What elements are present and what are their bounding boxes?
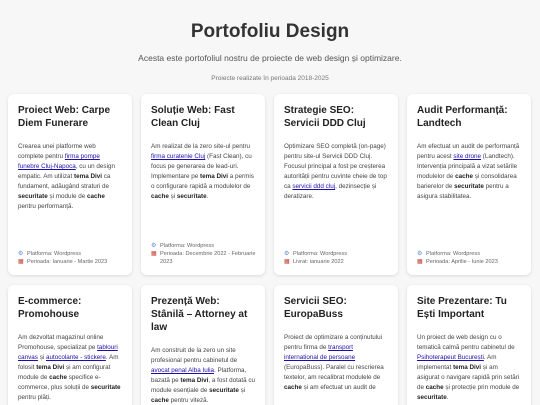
platform-line: ⚙ Platforma: Wordpress (18, 250, 124, 258)
project-description: Am realizat de la zero site-ul pentru fi… (151, 143, 254, 200)
project-description: Crearea unei platforme web complete pent… (18, 143, 115, 210)
project-title: Audit Performanță: Landtech (417, 105, 508, 129)
date-text: Perioada: Aprilie - Iunie 2023 (426, 259, 498, 265)
keyword-bold: cache (151, 397, 169, 404)
project-link[interactable]: transport international de persoane (284, 344, 355, 361)
keyword-bold: securitate (90, 384, 121, 391)
keyword-bold: cache (425, 384, 444, 391)
project-title: Strategie SEO: Servicii DDD Cluj (284, 105, 366, 129)
project-link[interactable]: Psihoterapeut București (417, 354, 484, 361)
project-link[interactable]: avocat penal Alba Iulia (151, 367, 214, 374)
date-line: ▦ Perioada: Decembrie 2022 - Februarie 20… (151, 250, 257, 266)
keyword-bold: tema Divi (453, 364, 482, 371)
project-card: Strategie SEO: Servicii DDD Cluj Optimiza… (274, 94, 398, 275)
platform-text: Platforma: Wordpress (293, 251, 347, 257)
date-text: Livrat: ianuarie 2022 (293, 259, 344, 265)
project-card: Servicii SEO: EuropaBuss Proiect de optim… (274, 285, 398, 405)
keyword-bold: securitate (18, 193, 48, 200)
keyword-bold: cache (151, 193, 169, 200)
project-description: Am efectuat un audit de performanță pent… (417, 143, 520, 200)
keyword-bold: cache (284, 384, 302, 391)
platform-text: Platforma: Wordpress (426, 251, 480, 257)
project-description: Am construit de la zero un site profesio… (151, 347, 255, 404)
portfolio-grid: Proiect Web: Carpe Diem Funerare Crearea … (8, 94, 532, 405)
page-title: Portofoliu Design (190, 21, 350, 42)
gear-icon: ⚙ (18, 251, 24, 257)
project-description: Am dezvoltat magazinul online Promohouse… (18, 334, 121, 401)
keyword-bold: tema Divi (74, 173, 102, 180)
keyword-bold: tema Divi (200, 173, 229, 180)
project-card: Proiect Web: Carpe Diem Funerare Crearea … (8, 94, 132, 275)
date-text: Perioada: Ianuarie - Martie 2023 (27, 259, 108, 265)
calendar-icon: ▦ (18, 259, 24, 265)
keyword-bold: cache (455, 173, 474, 180)
platform-line: ⚙ Platforma: Wordpress (151, 242, 257, 250)
project-link[interactable]: autocolante - stickere (46, 354, 106, 361)
calendar-icon: ▦ (284, 259, 290, 265)
project-card: Audit Performanță: Landtech Am efectuat u… (407, 94, 531, 275)
project-meta: ⚙ Platforma: Wordpress ▦ Perioada: Ianuarie… (18, 250, 124, 266)
calendar-icon: ▦ (417, 259, 423, 265)
project-description: Un proiect de web design cu o tematică c… (417, 334, 520, 401)
keyword-bold: tema Divi (36, 364, 65, 371)
project-meta: ⚙ Platforma: Wordpress ▦ Livrat: ianuarie 2… (284, 250, 390, 266)
keyword-bold: cache (86, 193, 105, 200)
project-card: Soluție Web: Fast Clean Cluj Am realizat … (141, 94, 265, 275)
keyword-bold: securitate (417, 394, 447, 401)
date-line: ▦ Perioada: Aprilie - Iunie 2023 (417, 258, 523, 266)
project-description: Optimizare SEO completă (on-page) pentru… (284, 143, 387, 200)
project-card: E-commerce: Promohouse Am dezvoltat magaz… (8, 285, 132, 405)
gear-icon: ⚙ (284, 251, 290, 257)
project-link[interactable]: firma curatenie Cluj (151, 153, 205, 160)
keyword-bold: securitate (176, 193, 207, 200)
date-text: Perioada: Decembrie 2022 - Februarie 202… (160, 251, 256, 265)
platform-line: ⚙ Platforma: Wordpress (284, 250, 390, 258)
calendar-icon: ▦ (151, 251, 157, 257)
project-card: Site Prezentare: Tu Ești Important Un pro… (407, 285, 531, 405)
page-subtitle: Acesta este portofoliul nostru de proiec… (138, 53, 402, 63)
project-title: Soluție Web: Fast Clean Cluj (151, 105, 235, 129)
gear-icon: ⚙ (417, 251, 423, 257)
project-title: Site Prezentare: Tu Ești Important (417, 296, 507, 320)
platform-text: Platforma: Wordpress (160, 243, 214, 249)
keyword-bold: tema Divi (180, 377, 209, 384)
project-title: Servicii SEO: EuropaBuss (284, 296, 347, 320)
platform-text: Platforma: Wordpress (27, 251, 81, 257)
project-description: Proiect de optimizare a conținutului pen… (284, 334, 384, 391)
project-meta: ⚙ Platforma: Wordpress ▦ Perioada: Decembri… (151, 242, 257, 266)
gear-icon: ⚙ (151, 243, 157, 249)
keyword-bold: securitate (209, 387, 239, 394)
project-title: Prezență Web: Stânilă – Attorney at law (151, 296, 248, 333)
page-header: Portofoliu Design Acesta este portofoliu… (0, 0, 540, 83)
project-link[interactable]: servicii ddd cluj (292, 183, 335, 190)
project-title: E-commerce: Promohouse (18, 296, 82, 320)
keyword-bold: cache (49, 374, 68, 381)
project-link[interactable]: firma pompe funebre Cluj-Napoca (18, 153, 100, 170)
keyword-bold: securitate (454, 183, 484, 190)
project-card: Prezență Web: Stânilă – Attorney at law A… (141, 285, 265, 405)
date-line: ▦ Perioada: Ianuarie - Martie 2023 (18, 258, 124, 266)
date-line: ▦ Livrat: ianuarie 2022 (284, 258, 390, 266)
project-meta: ⚙ Platforma: Wordpress ▦ Perioada: Aprilie … (417, 250, 523, 266)
platform-line: ⚙ Platforma: Wordpress (417, 250, 523, 258)
project-link[interactable]: site drone (453, 153, 481, 160)
project-title: Proiect Web: Carpe Diem Funerare (18, 105, 111, 129)
projects-period: Proiecte realizate în perioada 2018-2025 (211, 75, 329, 82)
